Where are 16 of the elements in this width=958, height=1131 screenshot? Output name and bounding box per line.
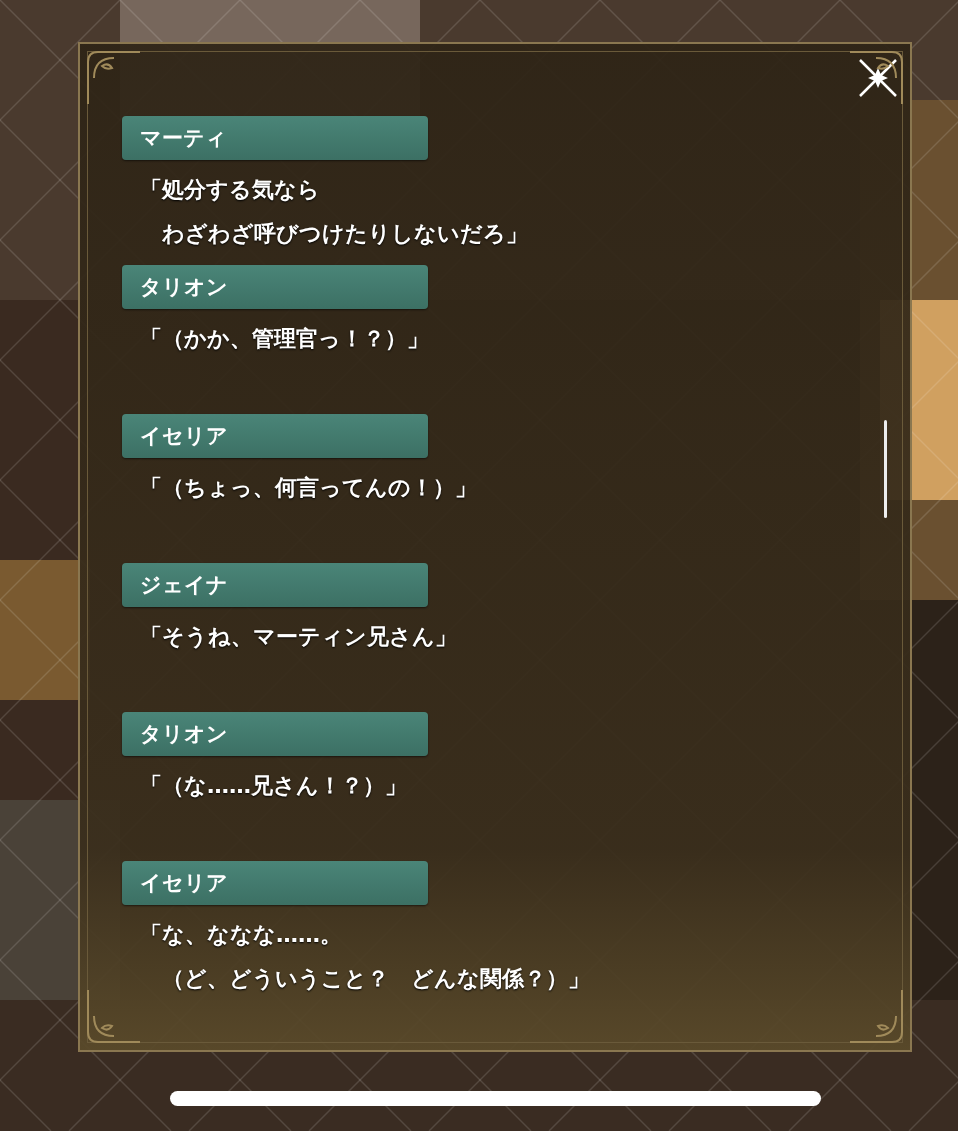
dialogue-line: 「そうね、マーティン兄さん」 [140, 623, 458, 651]
speaker-name-tag: タリオン [122, 265, 428, 309]
dialogue-line: 「な、ななな……。 [140, 921, 343, 949]
speaker-name-tag: イセリア [122, 861, 428, 905]
speaker-name-tag: マーティ [122, 116, 428, 160]
speaker-name-tag: イセリア [122, 414, 428, 458]
dialogue-line: 「（かか、管理官っ！？）」 [140, 325, 430, 353]
scroll-bar[interactable] [884, 420, 887, 518]
speaker-name-tag: タリオン [122, 712, 428, 756]
speaker-name-tag: ジェイナ [122, 563, 428, 607]
dialogue-line: 「（な……兄さん！？）」 [140, 772, 408, 800]
dialogue-line: 「処分する気なら [140, 176, 321, 204]
home-indicator[interactable] [170, 1091, 821, 1106]
dialogue-line: 「（ちょっ、何言ってんの！）」 [140, 474, 478, 502]
dialogue-line: わざわざ呼びつけたりしないだろ」 [161, 220, 529, 248]
dialogue-line: （ど、どういうこと？ どんな関係？）」 [161, 965, 591, 993]
